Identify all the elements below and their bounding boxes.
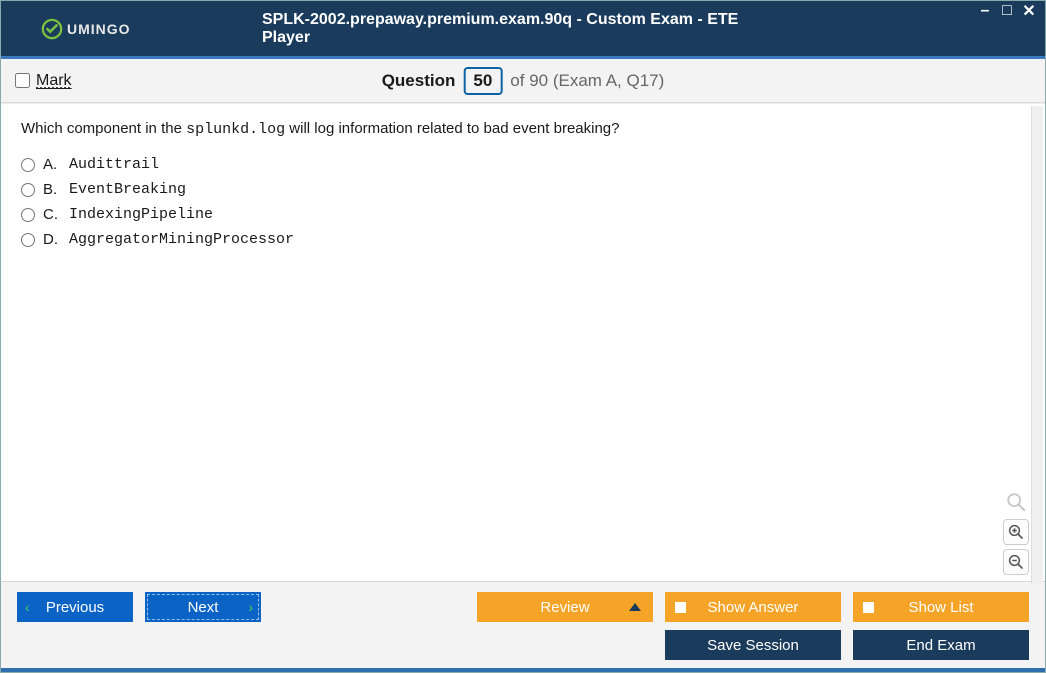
question-text: Which component in the splunkd.log will … [21,120,1011,138]
option-c-radio[interactable] [21,208,35,222]
options-list: A. Audittrail B. EventBreaking C. Indexi… [21,156,1011,248]
option-a[interactable]: A. Audittrail [21,156,1011,173]
chevron-left-icon: ‹ [25,599,30,615]
option-d-letter: D. [43,231,61,248]
review-label: Review [540,599,589,616]
zoom-out-button[interactable] [1003,549,1029,575]
option-b-radio[interactable] [21,183,35,197]
question-header-bar: Mark Question 50 of 90 (Exam A, Q17) [1,59,1045,103]
end-exam-label: End Exam [906,637,975,654]
search-icon [1003,489,1029,515]
close-icon[interactable]: ✕ [1021,3,1037,19]
app-window: UMINGO SPLK-2002.prepaway.premium.exam.9… [0,0,1046,673]
square-icon [675,602,686,613]
mark-checkbox-wrap[interactable]: Mark [15,72,72,90]
question-number: 50 [463,67,502,95]
show-list-label: Show List [908,599,973,616]
previous-button[interactable]: ‹ Previous [17,592,133,622]
window-controls: – □ ✕ [977,3,1037,19]
question-text-code: splunkd.log [186,121,285,138]
brand-text: UMINGO [67,21,131,37]
footer: ‹ Previous Next › Review Show Answer Sho… [1,581,1045,668]
logo-checkmark-icon [41,18,63,40]
question-total: of 90 (Exam A, Q17) [510,71,664,91]
content-area: Which component in the splunkd.log will … [1,103,1045,581]
question-text-suffix: will log information related to bad even… [285,120,619,137]
titlebar: UMINGO SPLK-2002.prepaway.premium.exam.9… [1,1,1045,59]
vertical-scrollbar[interactable] [1031,106,1043,583]
zoom-controls [1003,489,1029,575]
option-b[interactable]: B. EventBreaking [21,181,1011,198]
save-session-button[interactable]: Save Session [665,630,841,660]
triangle-up-icon [629,603,641,611]
review-button[interactable]: Review [477,592,653,622]
maximize-icon[interactable]: □ [999,3,1015,19]
question-content: Which component in the splunkd.log will … [1,104,1031,581]
end-exam-button[interactable]: End Exam [853,630,1029,660]
mark-checkbox[interactable] [15,73,30,88]
question-text-prefix: Which component in the [21,120,186,137]
show-list-button[interactable]: Show List [853,592,1029,622]
footer-row-2: Save Session End Exam [17,630,1029,660]
option-b-value: EventBreaking [69,181,186,198]
option-a-letter: A. [43,156,61,173]
next-button[interactable]: Next › [145,592,261,622]
option-c-letter: C. [43,206,61,223]
bottom-accent-bar [1,668,1045,672]
brand-logo: UMINGO [41,18,131,40]
show-answer-label: Show Answer [708,599,799,616]
option-a-value: Audittrail [69,156,159,173]
question-position: Question 50 of 90 (Exam A, Q17) [382,67,665,95]
option-d-radio[interactable] [21,233,35,247]
window-title: SPLK-2002.prepaway.premium.exam.90q - Cu… [262,11,784,47]
option-b-letter: B. [43,181,61,198]
option-c[interactable]: C. IndexingPipeline [21,206,1011,223]
save-session-label: Save Session [707,637,799,654]
zoom-in-button[interactable] [1003,519,1029,545]
previous-label: Previous [46,599,104,616]
option-d[interactable]: D. AggregatorMiningProcessor [21,231,1011,248]
next-label: Next [188,599,219,616]
show-answer-button[interactable]: Show Answer [665,592,841,622]
option-c-value: IndexingPipeline [69,206,213,223]
option-a-radio[interactable] [21,158,35,172]
question-word: Question [382,71,456,91]
minimize-icon[interactable]: – [977,3,993,19]
square-icon [863,602,874,613]
option-d-value: AggregatorMiningProcessor [69,231,294,248]
footer-row-1: ‹ Previous Next › Review Show Answer Sho… [17,592,1029,622]
mark-label: Mark [36,72,72,90]
chevron-right-icon: › [248,599,253,615]
